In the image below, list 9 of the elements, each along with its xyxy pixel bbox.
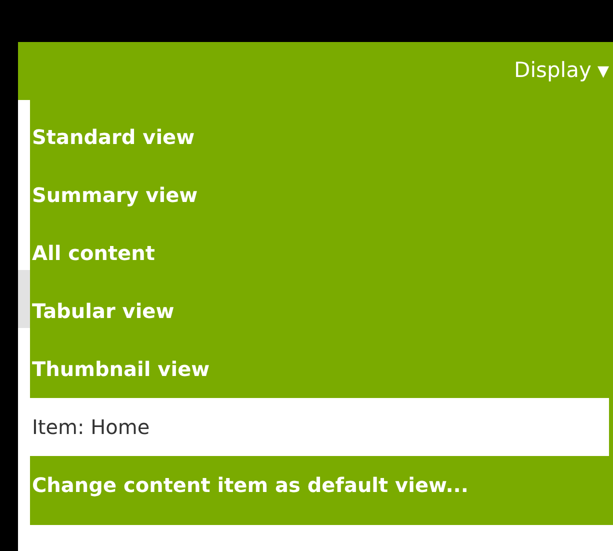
menu-item[interactable]: Summary view — [30, 166, 609, 224]
menu-item[interactable]: Change content item as default view... — [30, 456, 609, 514]
display-menu-button[interactable]: Display ▼ — [514, 55, 609, 87]
menu-item[interactable]: All content — [30, 224, 609, 282]
side-panel-edge — [18, 270, 30, 328]
menu-item[interactable]: Standard view — [30, 108, 609, 166]
menu-item[interactable]: Tabular view — [30, 282, 609, 340]
menu-item[interactable]: Item: Home — [30, 398, 609, 456]
menu-item[interactable]: Thumbnail view — [30, 340, 609, 398]
